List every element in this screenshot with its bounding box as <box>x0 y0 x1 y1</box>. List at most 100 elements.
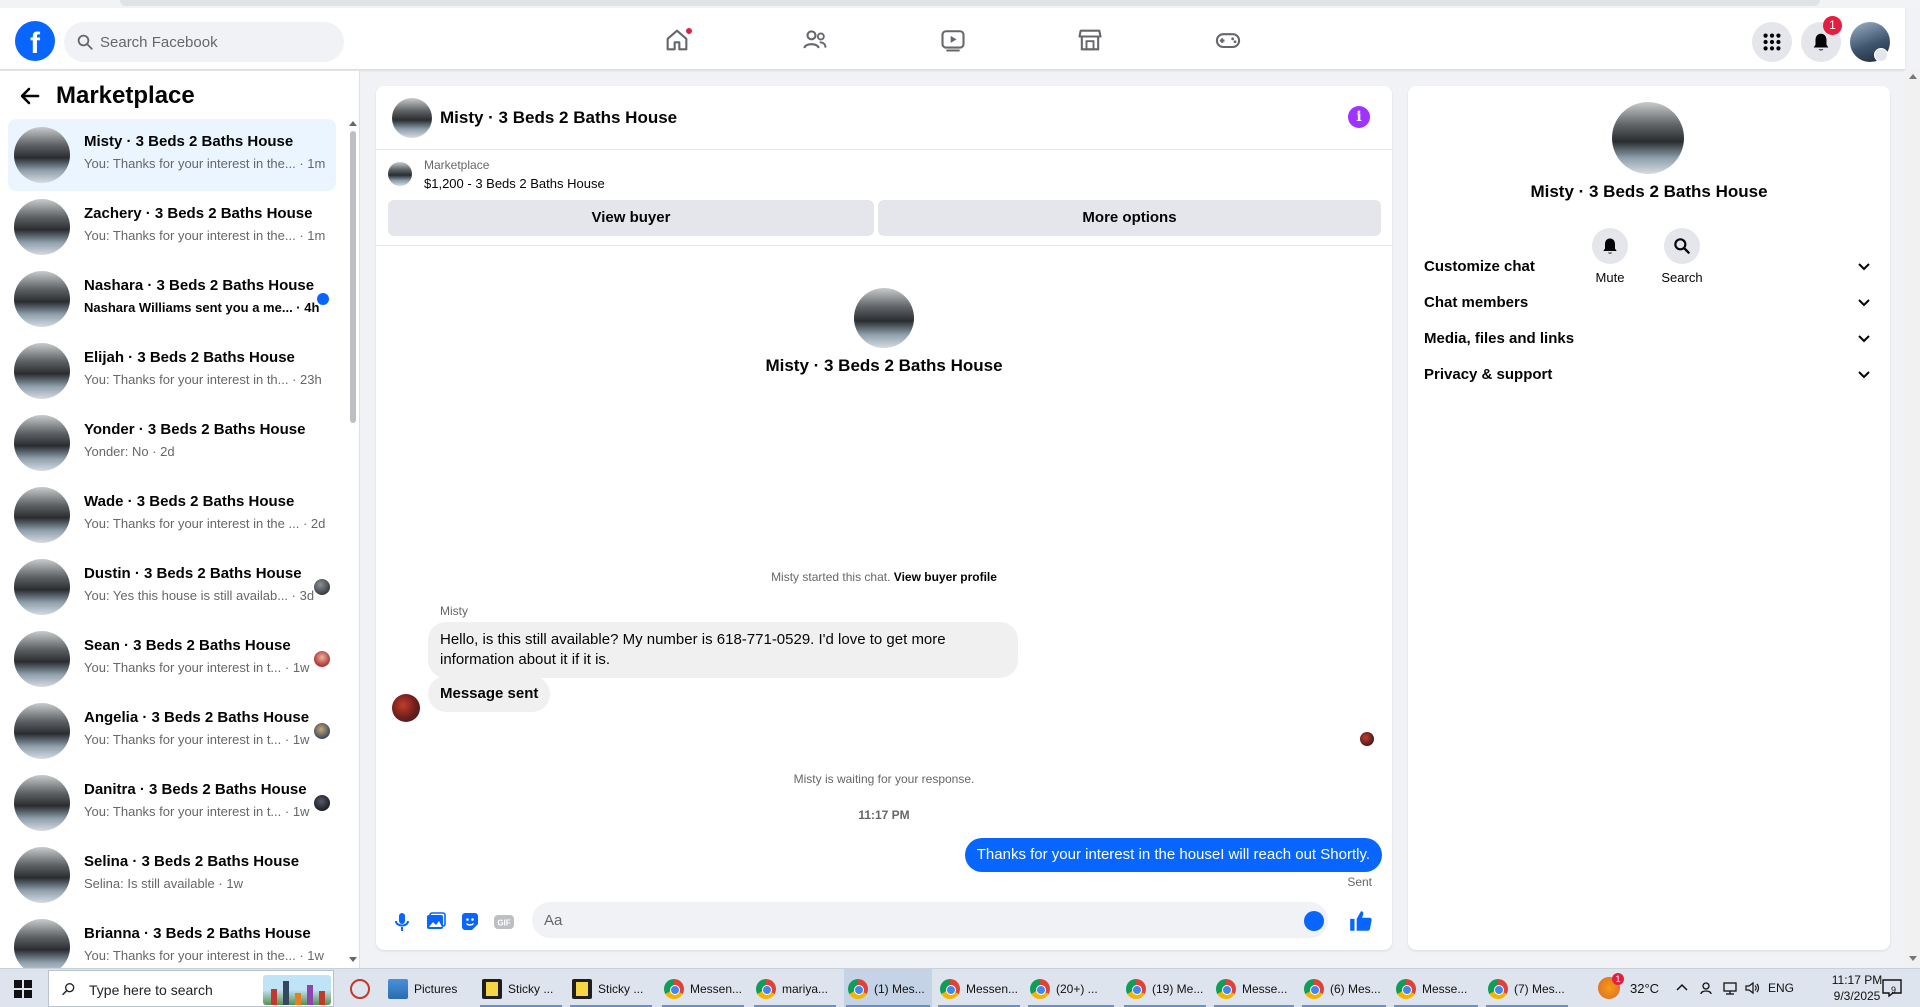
svg-text:GIF: GIF <box>497 919 510 928</box>
network-icon[interactable] <box>1722 980 1738 996</box>
search-placeholder: Search Facebook <box>100 34 218 51</box>
conversation-item[interactable]: Sean · 3 Beds 2 Baths House You: Thanks f… <box>8 623 336 695</box>
conversation-item[interactable]: Dustin · 3 Beds 2 Baths House You: Yes th… <box>8 551 336 623</box>
more-options-button[interactable]: More options <box>878 200 1381 236</box>
taskbar-app[interactable]: Messen... <box>660 969 746 1007</box>
windows-start-icon[interactable] <box>14 980 32 998</box>
temperature[interactable]: 32°C <box>1630 981 1659 996</box>
nav-friends[interactable] <box>795 20 835 60</box>
thumbs-up-icon[interactable] <box>1348 908 1374 934</box>
sent-status: Sent <box>1347 875 1372 889</box>
conversation-item[interactable]: Danitra · 3 Beds 2 Baths House You: Thank… <box>8 767 336 839</box>
message-input-placeholder: Aa <box>544 912 563 929</box>
sender-name: Misty <box>440 604 468 618</box>
conversation-item[interactable]: Yonder · 3 Beds 2 Baths House Yonder: No … <box>8 407 336 479</box>
taskbar-app[interactable]: (19) Me... <box>1122 969 1208 1007</box>
menu-button[interactable] <box>1752 22 1792 62</box>
microphone-icon[interactable] <box>390 910 414 934</box>
taskbar-app[interactable]: Messen... <box>936 969 1022 1007</box>
nav-watch[interactable] <box>933 20 973 60</box>
taskbar-app[interactable]: (20+) ... <box>1026 969 1116 1007</box>
taskbar-app[interactable]: Pictures <box>384 969 472 1007</box>
conversation-snippet: You: Thanks for your interest in the... … <box>84 156 326 171</box>
incoming-message-status[interactable]: Message sent <box>428 676 551 712</box>
conversation-name: Selina · 3 Beds 2 Baths House <box>84 853 300 870</box>
info-section-row[interactable]: Privacy & support <box>1424 352 1882 396</box>
taskbar-app-label: (19) Me... <box>1152 982 1204 996</box>
view-buyer-profile-link[interactable]: View buyer profile <box>894 570 997 584</box>
back-arrow-icon[interactable] <box>18 84 42 108</box>
scrollbar-thumb[interactable] <box>350 131 356 423</box>
incoming-message[interactable]: Hello, is this still available? My numbe… <box>428 622 1018 678</box>
chat-title[interactable]: Misty · 3 Beds 2 Baths House <box>440 108 677 128</box>
browser-address-strip <box>120 0 1820 6</box>
chevron-up-icon[interactable] <box>1674 980 1690 996</box>
facebook-logo[interactable]: f <box>15 21 55 61</box>
taskbar-app[interactable]: (6) Mes... <box>1300 969 1388 1007</box>
view-buyer-button[interactable]: View buyer <box>388 200 874 236</box>
people-icon[interactable] <box>1698 980 1714 996</box>
action-center-button[interactable]: 9 <box>1880 977 1904 999</box>
emoji-icon[interactable] <box>1304 911 1324 931</box>
conversation-item[interactable]: Nashara · 3 Beds 2 Baths House Nashara Wi… <box>8 263 336 335</box>
page-scroll-up-arrow[interactable] <box>1909 74 1917 79</box>
taskbar-app-label: Sticky ... <box>508 982 554 996</box>
listing-price[interactable]: $1,200 - 3 Beds 2 Baths House <box>424 176 605 191</box>
waiting-text: Misty is waiting for your response. <box>793 772 975 786</box>
conversation-snippet: You: Thanks for your interest in the ...… <box>84 516 326 531</box>
page-scroll-down-arrow[interactable] <box>1909 956 1917 961</box>
info-section-label: Media, files and links <box>1424 330 1575 347</box>
conversation-item[interactable]: Wade · 3 Beds 2 Baths House You: Thanks f… <box>8 479 336 551</box>
taskbar-app[interactable]: Messe... <box>1392 969 1480 1007</box>
photo-icon[interactable] <box>424 910 448 934</box>
chrome-icon <box>664 979 684 999</box>
taskbar-app[interactable]: Messe... <box>1212 969 1296 1007</box>
nav-marketplace[interactable] <box>1070 20 1110 60</box>
conversation-snippet: You: Thanks for your interest in t... · … <box>84 804 310 819</box>
chevron-down-icon <box>1858 335 1870 343</box>
taskbar-app[interactable]: mariya... <box>752 969 838 1007</box>
conversation-item[interactable]: Zachery · 3 Beds 2 Baths House You: Thank… <box>8 191 336 263</box>
conversation-item[interactable]: Misty · 3 Beds 2 Baths House You: Thanks … <box>8 119 336 191</box>
scroll-down-arrow[interactable] <box>349 957 357 962</box>
info-avatar[interactable] <box>1612 102 1684 174</box>
conversation-name: Elijah · 3 Beds 2 Baths House <box>84 349 295 366</box>
taskbar-app-label: Messen... <box>690 982 743 996</box>
conversation-item[interactable]: Angelia · 3 Beds 2 Baths House You: Thank… <box>8 695 336 767</box>
search-icon <box>62 983 75 996</box>
facebook-search-box[interactable]: Search Facebook <box>64 22 344 62</box>
input-language[interactable]: ENG <box>1768 981 1794 995</box>
taskbar-app[interactable]: (1) Mes... <box>844 969 932 1007</box>
conversation-name: Zachery · 3 Beds 2 Baths House <box>84 205 313 222</box>
cortana-icon[interactable] <box>350 979 370 999</box>
gif-icon[interactable]: GIF <box>492 910 516 934</box>
message-input[interactable]: Aa <box>532 902 1328 938</box>
nav-home[interactable] <box>657 20 697 60</box>
notifications-button[interactable]: 1 <box>1801 16 1842 62</box>
nav-gaming[interactable] <box>1208 20 1248 60</box>
outgoing-message[interactable]: Thanks for your interest in the houseI w… <box>964 838 1382 872</box>
conversation-item[interactable]: Elijah · 3 Beds 2 Baths House You: Thanks… <box>8 335 336 407</box>
seen-avatar <box>314 795 330 811</box>
search-highlight-image[interactable] <box>263 975 331 1005</box>
sender-avatar[interactable] <box>392 694 420 722</box>
chat-info-icon[interactable]: i <box>1348 106 1370 128</box>
taskbar-app[interactable]: Sticky ... <box>568 969 654 1007</box>
taskbar-app[interactable]: (7) Mes... <box>1484 969 1570 1007</box>
scroll-up-arrow[interactable] <box>349 121 357 126</box>
conversation-item[interactable]: Selina · 3 Beds 2 Baths House Selina: Is … <box>8 839 336 911</box>
conversation-name: Danitra · 3 Beds 2 Baths House <box>84 781 307 798</box>
taskbar-app[interactable]: Sticky ... <box>478 969 564 1007</box>
account-chevron-icon[interactable] <box>1874 48 1888 62</box>
volume-icon[interactable] <box>1744 980 1760 996</box>
taskbar-search-box[interactable]: Type here to search <box>48 970 334 1007</box>
conversation-snippet: Selina: Is still available · 1w <box>84 876 243 891</box>
sticker-icon[interactable] <box>458 910 482 934</box>
chat-avatar[interactable] <box>392 98 432 138</box>
listing-thumbnail[interactable] <box>388 162 412 186</box>
conversation-item[interactable]: Brianna · 3 Beds 2 Baths House You: Thank… <box>8 911 336 968</box>
chrome-icon <box>848 979 868 999</box>
sidebar-scrollbar[interactable] <box>348 119 358 968</box>
intro-avatar[interactable] <box>854 288 914 348</box>
page-scrollbar[interactable] <box>1905 70 1920 968</box>
